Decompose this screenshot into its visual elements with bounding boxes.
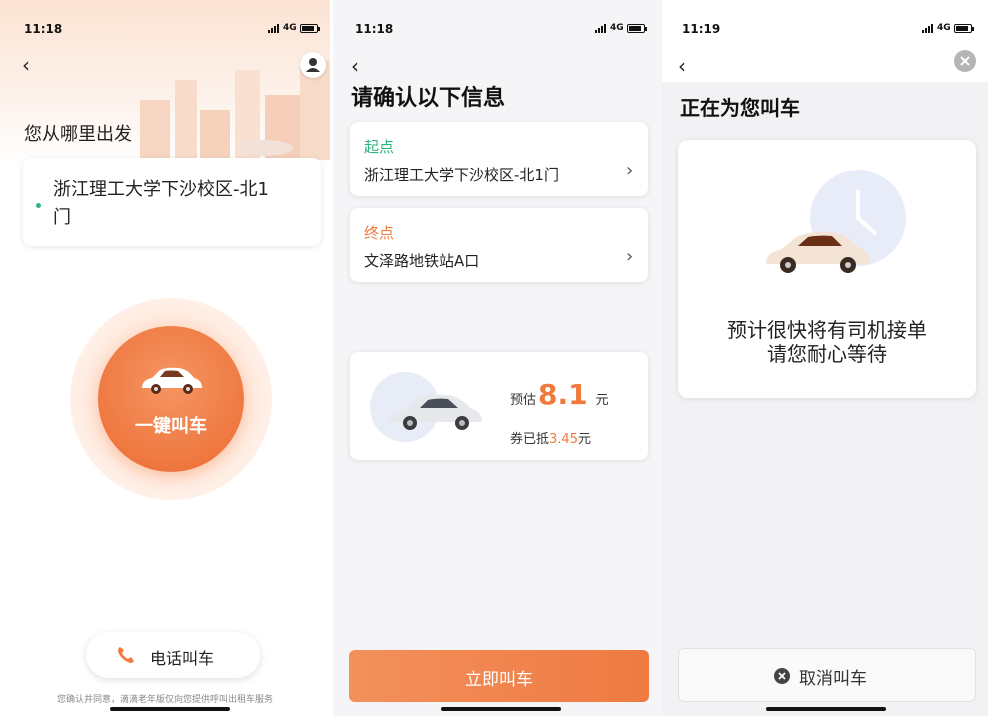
waiting-message: 预计很快将有司机接单 请您耐心等待	[678, 318, 976, 366]
signal-icon	[268, 23, 280, 33]
status-icons: 4G	[922, 23, 974, 33]
waiting-message-line1: 预计很快将有司机接单	[727, 318, 927, 342]
signal-icon	[922, 23, 934, 33]
coupon-unit: 元	[577, 432, 591, 447]
origin-card[interactable]: 浙江理工大学下沙校区-北1 门	[23, 158, 321, 246]
start-address: 浙江理工大学下沙校区-北1门	[364, 166, 559, 184]
status-icons: 4G	[595, 23, 647, 33]
clock-car-illustration	[766, 170, 906, 273]
disclaimer-text: 您确认并同意，滴滴老年版仅向您提供呼叫出租车服务	[56, 695, 273, 705]
status-time: 11:19	[682, 22, 721, 36]
home-indicator	[110, 707, 230, 711]
end-label: 终点	[364, 224, 395, 242]
cancel-call-button[interactable]: 取消叫车	[678, 648, 976, 702]
origin-address-line2: 门	[53, 207, 71, 228]
page-title: 请确认以下信息	[351, 86, 506, 111]
phone-call-button[interactable]: 电话叫车	[86, 632, 260, 678]
page-title: 正在为您叫车	[680, 96, 800, 120]
origin-heading: 您从哪里出发	[24, 124, 132, 145]
chevron-right-icon: ›	[626, 160, 634, 181]
top-bar	[662, 0, 988, 82]
close-button[interactable]	[954, 50, 976, 72]
phone-icon	[118, 647, 134, 663]
fare-estimate-card: 预估8.1 元 券已抵3.45元	[350, 352, 648, 460]
cancel-call-label: 取消叫车	[799, 669, 867, 689]
close-icon	[960, 56, 970, 66]
cancel-x-icon	[774, 668, 790, 684]
signal-icon	[595, 23, 607, 33]
estimate-row: 预估8.1 元	[510, 378, 609, 411]
back-chevron-icon[interactable]: ‹	[351, 56, 359, 76]
network-type: 4G	[283, 23, 297, 33]
start-location-card[interactable]: 起点 浙江理工大学下沙校区-北1门 ›	[350, 122, 648, 196]
battery-icon	[626, 23, 647, 33]
profile-button[interactable]	[300, 52, 326, 78]
origin-dot-icon	[36, 203, 41, 208]
home-indicator	[766, 707, 886, 711]
waiting-card: 预计很快将有司机接单 请您耐心等待	[678, 140, 976, 398]
origin-address-line1: 浙江理工大学下沙校区-北1	[53, 179, 269, 200]
end-address: 文泽路地铁站A口	[364, 252, 480, 270]
coupon-amount: 3.45	[549, 432, 578, 447]
waiting-message-line2: 请您耐心等待	[767, 342, 887, 366]
battery-icon	[299, 23, 320, 33]
estimate-prefix: 预估	[510, 393, 537, 408]
end-location-card[interactable]: 终点 文泽路地铁站A口 ›	[350, 208, 648, 282]
car-icon	[390, 394, 482, 430]
coupon-prefix: 券已抵	[510, 432, 550, 447]
coupon-row: 券已抵3.45元	[510, 428, 591, 447]
back-chevron-icon[interactable]: ‹	[678, 56, 686, 76]
status-time: 11:18	[24, 22, 63, 36]
one-tap-call-button[interactable]: 一键叫车	[98, 326, 244, 472]
screen-confirm: 11:18 4G ‹ 请确认以下信息 起点 浙江理工大学下沙校区-北1门 › 终…	[333, 0, 662, 716]
person-icon	[306, 58, 320, 72]
start-label: 起点	[364, 138, 395, 156]
one-tap-call-label: 一键叫车	[135, 416, 207, 437]
screen-origin: 11:18 4G ‹ 您从哪里出发 浙江理工大学下沙校区-北1 门 一键叫车 电…	[0, 0, 330, 716]
call-now-label: 立即叫车	[465, 670, 533, 690]
network-type: 4G	[937, 23, 951, 33]
call-now-button[interactable]: 立即叫车	[349, 650, 649, 702]
estimated-price: 8.1	[538, 378, 588, 411]
car-icon	[142, 367, 202, 394]
status-time: 11:18	[355, 22, 394, 36]
price-unit: 元	[595, 393, 609, 408]
chevron-right-icon: ›	[626, 246, 634, 267]
origin-address: 浙江理工大学下沙校区-北1 门	[53, 176, 269, 232]
home-indicator	[441, 707, 561, 711]
back-chevron-icon[interactable]: ‹	[22, 55, 30, 75]
battery-icon	[953, 23, 974, 33]
network-type: 4G	[610, 23, 624, 33]
status-icons: 4G	[268, 23, 320, 33]
phone-call-label: 电话叫车	[150, 649, 215, 668]
screen-waiting: 11:19 4G ‹ 正在为您叫车 预计很快将有司机接单 请您耐心等待 取消叫车	[662, 0, 988, 716]
